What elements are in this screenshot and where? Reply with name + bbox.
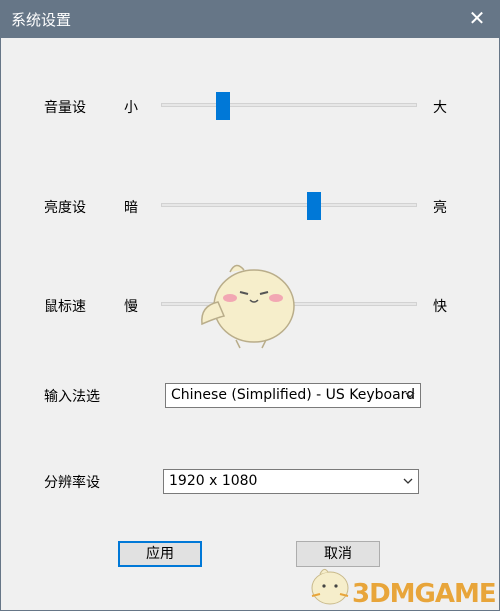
input-method-select[interactable]: Chinese (Simplified) - US Keyboard xyxy=(165,383,421,408)
volume-slider-track[interactable] xyxy=(161,92,417,120)
brightness-slider-thumb[interactable] xyxy=(307,192,322,220)
resolution-select[interactable]: 1920 x 1080 xyxy=(163,469,419,494)
watermark-mascot-icon xyxy=(311,568,349,605)
input-method-selected-value: Chinese (Simplified) - US Keyboard xyxy=(171,387,416,403)
resolution-label: 分辨率设 xyxy=(44,475,100,491)
input-method-label: 输入法选 xyxy=(44,389,100,405)
volume-min-label: 小 xyxy=(124,100,138,116)
window-title: 系统设置 xyxy=(11,11,72,29)
brightness-label: 亮度设 xyxy=(44,200,86,216)
volume-max-label: 大 xyxy=(433,100,447,116)
chevron-down-icon xyxy=(405,392,415,398)
mascot-sticker-icon xyxy=(201,264,295,349)
brightness-max-label: 亮 xyxy=(433,200,447,216)
brightness-min-label: 暗 xyxy=(124,200,138,216)
mouse-speed-label: 鼠标速 xyxy=(44,299,86,315)
close-icon[interactable]: ✕ xyxy=(462,4,492,34)
apply-button[interactable]: 应用 xyxy=(118,541,202,567)
watermark-text: 3DMGAME xyxy=(352,579,497,609)
chevron-down-icon xyxy=(403,478,413,484)
mouse-speed-max-label: 快 xyxy=(433,299,447,315)
mouse-speed-min-label: 慢 xyxy=(124,299,138,315)
window-border-left xyxy=(0,38,1,611)
resolution-selected-value: 1920 x 1080 xyxy=(169,473,258,489)
brightness-slider-track[interactable] xyxy=(161,192,417,220)
volume-label: 音量设 xyxy=(44,100,86,116)
volume-slider-thumb[interactable] xyxy=(215,92,230,120)
title-bar: 系统设置 ✕ xyxy=(0,0,500,38)
